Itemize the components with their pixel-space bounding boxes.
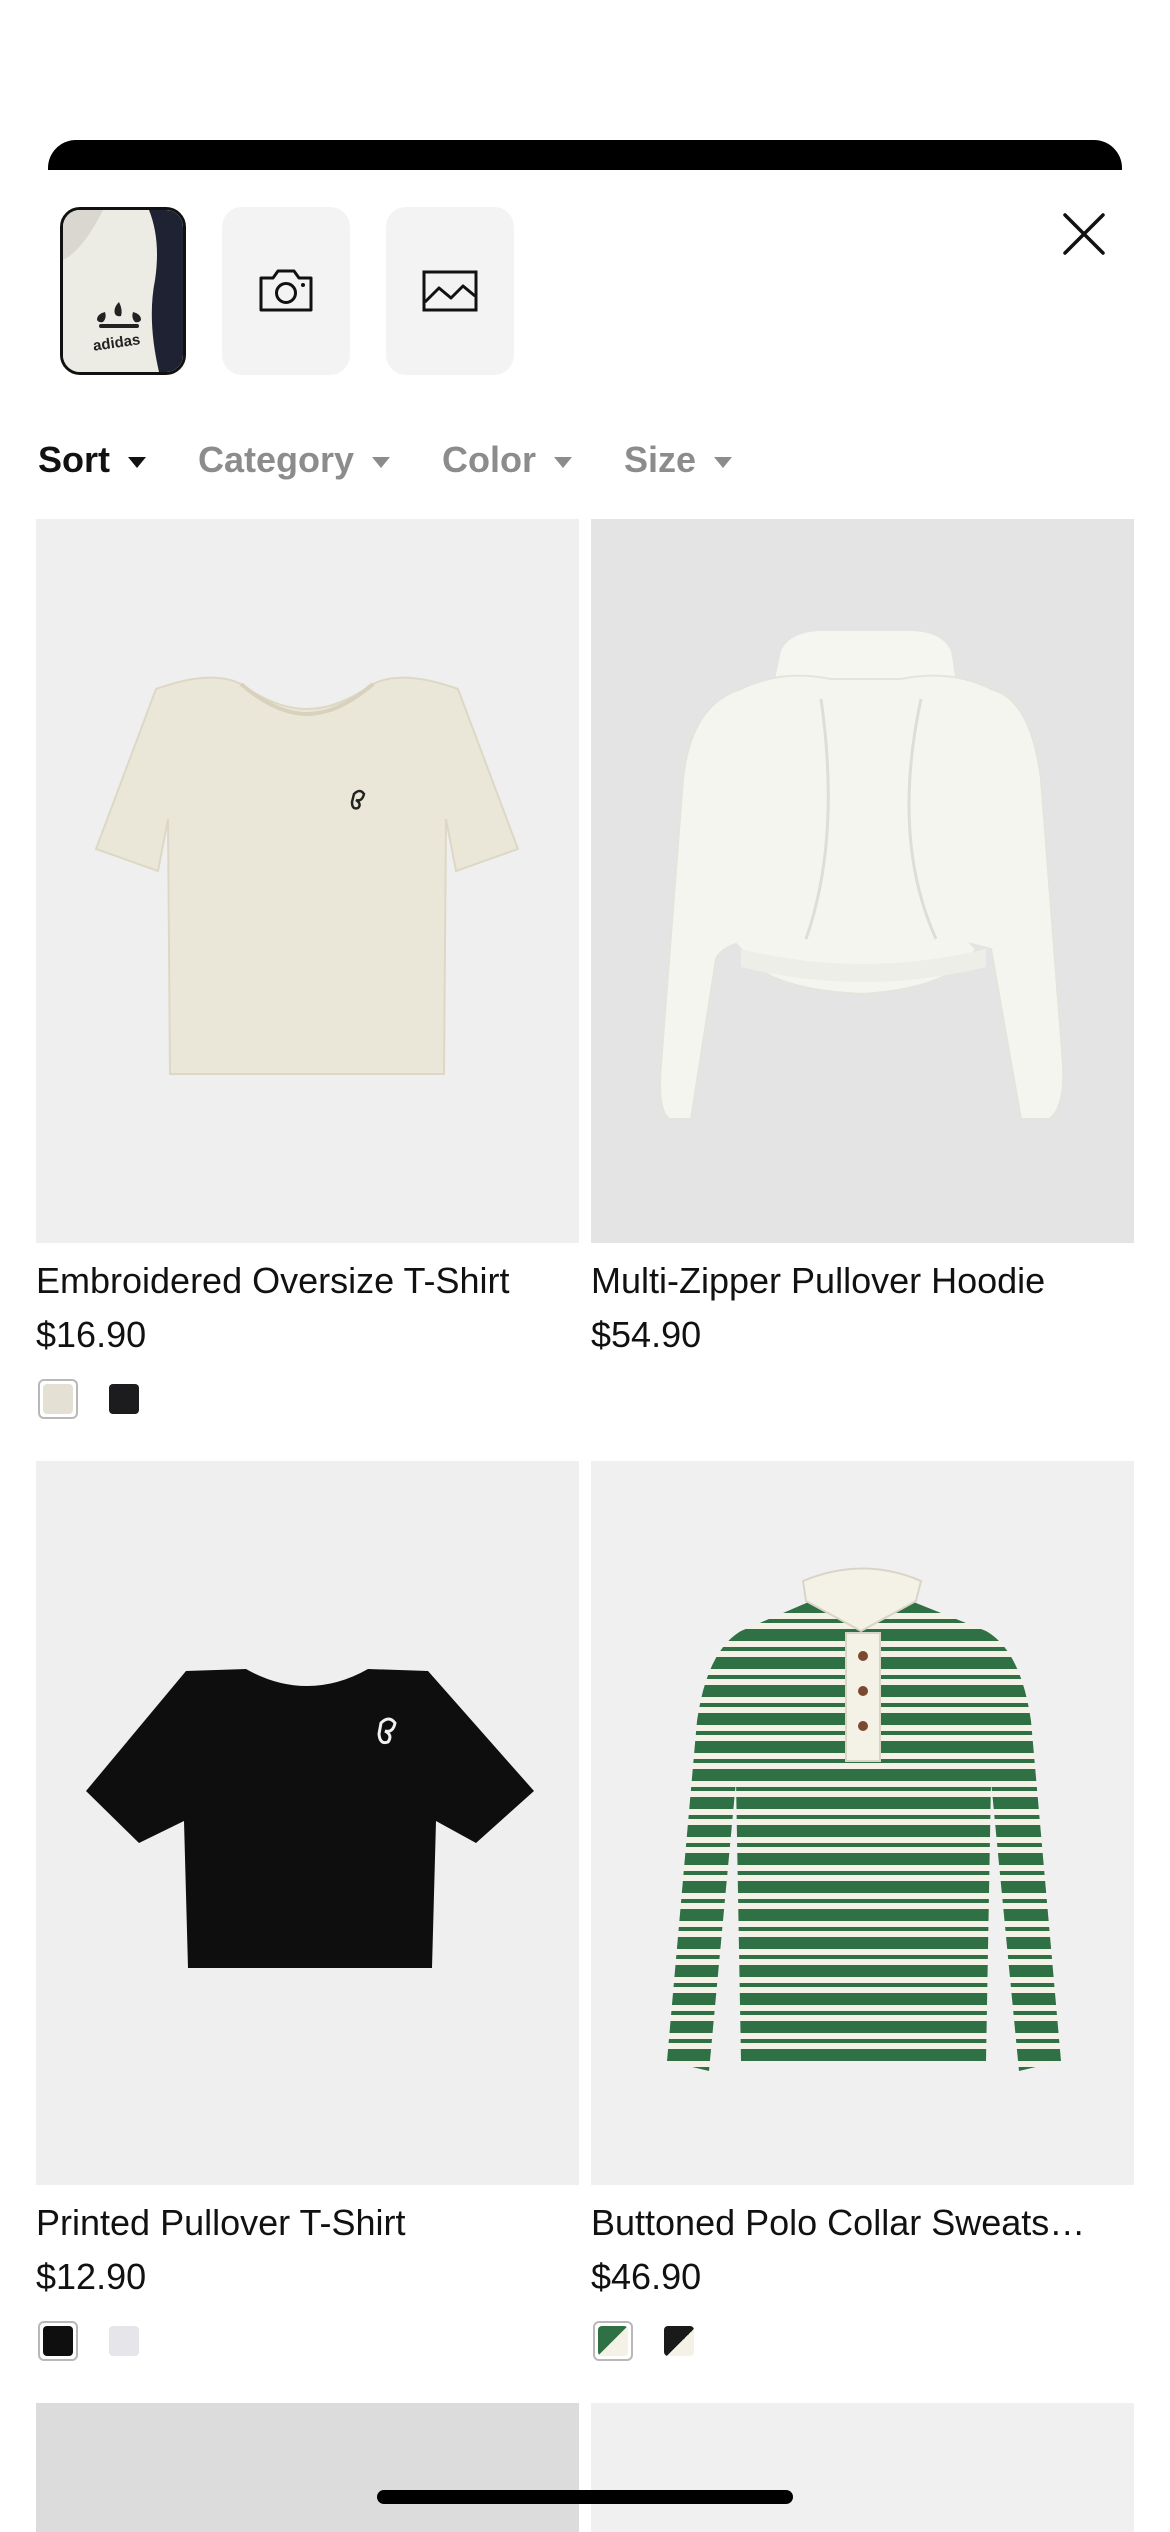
product-image[interactable] xyxy=(36,519,579,1243)
category-dropdown[interactable]: Category xyxy=(198,439,391,481)
caret-down-icon xyxy=(372,456,391,468)
gallery-button[interactable] xyxy=(386,207,514,375)
close-icon xyxy=(1063,213,1105,255)
color-swatch[interactable] xyxy=(104,2321,144,2361)
product-image[interactable] xyxy=(36,2403,579,2532)
camera-icon xyxy=(259,269,313,312)
product-price: $46.90 xyxy=(591,2256,702,2297)
home-indicator[interactable] xyxy=(377,2490,793,2504)
product-card[interactable]: Multi-Zipper Pullover Hoodie $54.90 xyxy=(591,519,1134,1359)
caret-down-icon xyxy=(554,456,573,468)
black-tshirt-image xyxy=(86,1669,534,1968)
product-card[interactable]: Printed Pullover T-Shirt $12.90 xyxy=(36,1461,579,2361)
product-title[interactable]: Buttoned Polo Collar Sweats… xyxy=(591,2199,1134,2247)
product-image[interactable] xyxy=(591,519,1134,1243)
close-button[interactable] xyxy=(1058,208,1110,260)
filter-bar: Sort Category Color Size xyxy=(38,430,784,490)
sort-dropdown[interactable]: Sort xyxy=(38,439,146,481)
color-swatch[interactable] xyxy=(38,2321,78,2361)
sheet-top-bar xyxy=(48,140,1122,170)
color-swatches xyxy=(591,2321,1134,2361)
color-dropdown[interactable]: Color xyxy=(442,439,573,481)
size-dropdown[interactable]: Size xyxy=(624,439,733,481)
color-label: Color xyxy=(442,439,537,480)
caret-down-icon xyxy=(128,456,146,468)
product-card[interactable] xyxy=(591,2403,1134,2532)
product-image[interactable] xyxy=(591,2403,1134,2532)
camera-button[interactable] xyxy=(222,207,350,375)
selected-photo-thumbnail[interactable]: adidas xyxy=(60,207,186,375)
product-card[interactable]: Buttoned Polo Collar Sweats… $46.90 xyxy=(591,1461,1134,2361)
caret-down-icon xyxy=(714,456,733,468)
category-label: Category xyxy=(198,439,355,480)
sort-label: Sort xyxy=(38,439,110,480)
product-image[interactable] xyxy=(591,1461,1134,2185)
color-swatch[interactable] xyxy=(38,1379,78,1419)
color-swatch[interactable] xyxy=(593,2321,633,2361)
size-label: Size xyxy=(624,439,697,480)
product-title[interactable]: Multi-Zipper Pullover Hoodie xyxy=(591,1257,1134,1305)
color-swatch[interactable] xyxy=(659,2321,699,2361)
product-title[interactable]: Printed Pullover T-Shirt xyxy=(36,2199,579,2247)
search-source-row: adidas xyxy=(60,207,514,375)
image-icon xyxy=(422,270,478,312)
color-swatches xyxy=(36,1379,579,1419)
color-swatches xyxy=(36,2321,579,2361)
product-price: $54.90 xyxy=(591,1314,702,1355)
hoodie-image xyxy=(659,630,1065,1120)
product-image[interactable] xyxy=(36,1461,579,2185)
color-swatch[interactable] xyxy=(104,1379,144,1419)
tshirt-image xyxy=(94,676,520,1075)
product-card[interactable] xyxy=(36,2403,579,2532)
adidas-bag-photo: adidas xyxy=(63,210,183,372)
product-title[interactable]: Embroidered Oversize T-Shirt xyxy=(36,1257,579,1305)
striped-polo-image xyxy=(667,1567,1061,2071)
product-price: $16.90 xyxy=(36,1314,147,1355)
product-card[interactable]: Embroidered Oversize T-Shirt $16.90 xyxy=(36,519,579,1419)
product-price: $12.90 xyxy=(36,2256,147,2297)
